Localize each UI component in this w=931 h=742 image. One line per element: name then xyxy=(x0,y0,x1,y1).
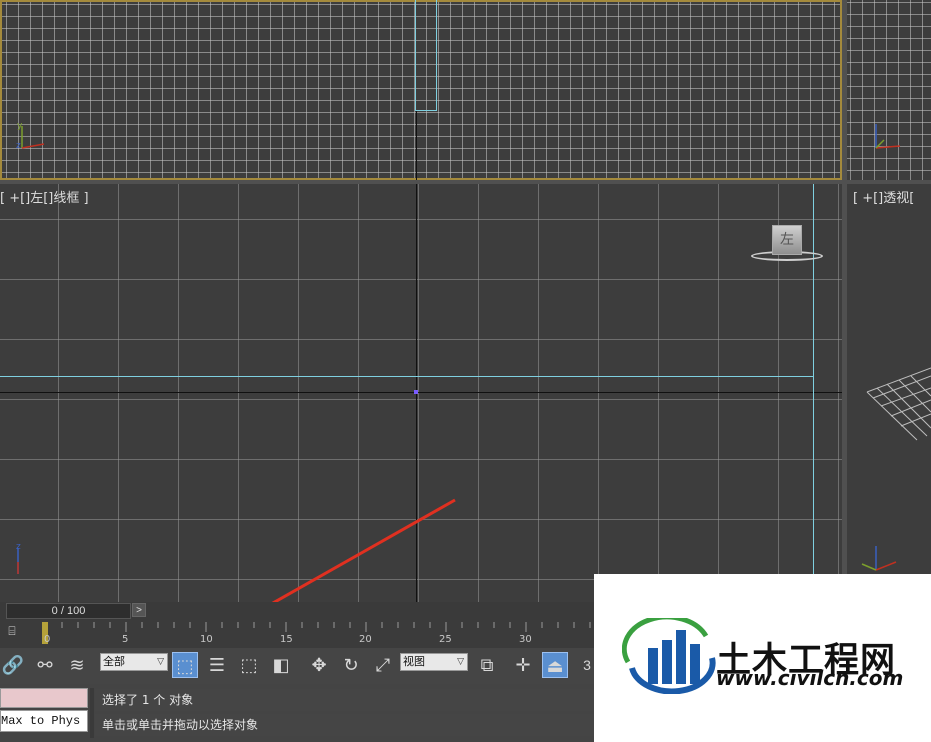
axis-tripod-icon: y z xyxy=(16,121,45,151)
select-by-name-icon[interactable]: ☰ xyxy=(204,652,230,678)
axis-tripod-icon xyxy=(875,124,901,149)
tick-label: 10 xyxy=(200,634,213,645)
status-line-prompt: 单击或单击并拖动以选择对象 xyxy=(95,714,600,736)
pivot-point xyxy=(414,390,418,394)
world-axis-line xyxy=(416,111,417,180)
axis-y-label: y xyxy=(17,121,23,131)
selected-object-edge[interactable] xyxy=(0,376,814,377)
time-slider[interactable]: 0 / 100 xyxy=(6,603,131,619)
move-icon[interactable]: ✥ xyxy=(306,652,332,678)
rect-region-icon[interactable]: ⬚ xyxy=(236,652,262,678)
viewport-label-perspective[interactable]: [ +[]透视[ xyxy=(853,187,914,206)
axis-z-label: z xyxy=(16,141,21,151)
viewcube[interactable]: 左 xyxy=(772,225,802,255)
axis-tripod-icon: z xyxy=(16,542,21,574)
next-frame-button[interactable]: > xyxy=(132,603,146,617)
chevron-down-icon: ▽ xyxy=(157,657,164,667)
selection-filter-value: 全部 xyxy=(103,655,125,668)
tick-label: 5 xyxy=(122,634,129,645)
maxscript-listener-bottom[interactable]: Max to Phys xyxy=(0,710,88,732)
selection-filter-dropdown[interactable]: 全部 ▽ xyxy=(100,653,168,671)
chevron-down-icon: ▽ xyxy=(457,657,464,667)
tick-label: 30 xyxy=(519,634,532,645)
unlink-icon[interactable]: ⚯ xyxy=(32,652,58,678)
tick-label: 0 xyxy=(44,634,51,645)
tick-label: 15 xyxy=(280,634,293,645)
bind-spacewarp-icon[interactable]: ≋ xyxy=(64,652,90,678)
manipulate-icon[interactable]: ✛ xyxy=(510,652,536,678)
rotate-icon[interactable]: ↻ xyxy=(338,652,364,678)
axis-z-label: z xyxy=(16,542,21,552)
scale-icon[interactable]: ⤢ xyxy=(370,652,396,678)
civilcn-logo-icon xyxy=(622,618,716,694)
status-line-selection: 选择了 1 个 对象 xyxy=(95,689,600,711)
reference-coord-dropdown[interactable]: 视图 ▽ xyxy=(400,653,468,671)
pivot-icon[interactable]: ⧉ xyxy=(474,652,500,678)
tick-label: 25 xyxy=(439,634,452,645)
window-crossing-icon[interactable]: ◧ xyxy=(268,652,294,678)
select-object-icon[interactable]: ⬚ xyxy=(172,652,198,678)
selected-object-top[interactable] xyxy=(415,0,437,111)
selected-object-edge[interactable] xyxy=(813,184,814,602)
reference-coord-value: 视图 xyxy=(403,655,425,668)
watermark-url: www.civilcn.com xyxy=(716,666,904,690)
link-icon[interactable]: 🔗 xyxy=(0,652,26,678)
maxscript-listener-top[interactable] xyxy=(0,688,88,708)
keyboard-shortcut-icon[interactable]: ⏏ xyxy=(542,652,568,678)
viewport-label-left[interactable]: [ +[]左[]线框 ] xyxy=(0,187,89,206)
mini-curve-editor-icon[interactable]: ⌸ xyxy=(2,624,22,642)
status-divider xyxy=(90,688,94,738)
tick-label: 20 xyxy=(359,634,372,645)
track-bar-ticks xyxy=(45,622,591,632)
world-axis-horizontal xyxy=(0,392,842,393)
perspective-grid xyxy=(866,367,931,441)
